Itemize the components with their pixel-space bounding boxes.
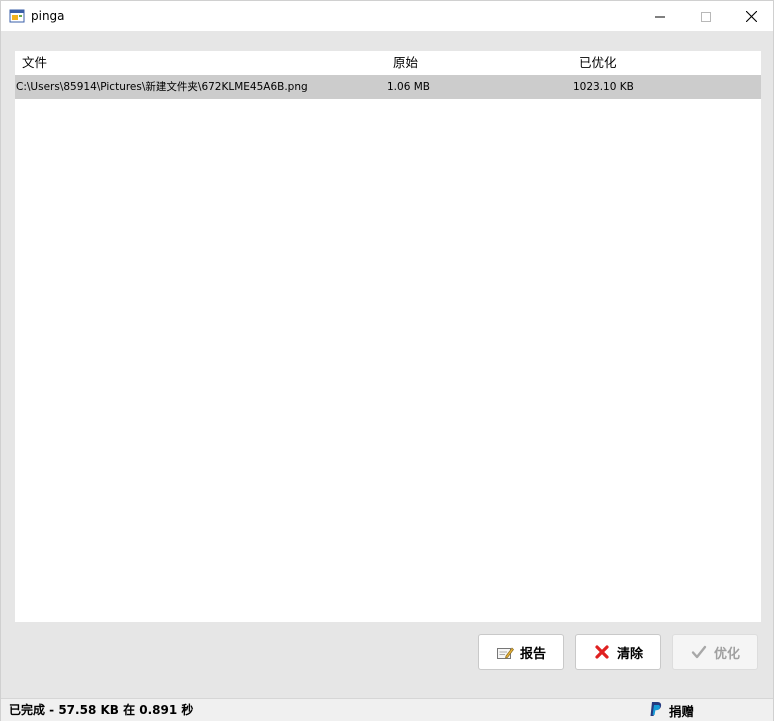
title-bar[interactable]: pinga [1,1,773,31]
optimize-button[interactable]: 优化 [672,634,758,670]
optimize-button-label: 优化 [713,646,740,662]
status-text: 已完成 - 57.58 KB 在 0.891 秒 [9,703,194,717]
clear-button-label: 清除 [616,646,643,662]
file-list-table[interactable]: 文件 原始 已优化 C:\Users\85914\Pictures\新建文件夹\… [15,51,761,622]
table-header: 文件 原始 已优化 [15,51,761,75]
row-optimized-size: 1023.10 KB [573,81,634,93]
minimize-icon [655,7,665,26]
column-header-original[interactable]: 原始 [393,51,418,75]
main-content: 文件 原始 已优化 C:\Users\85914\Pictures\新建文件夹\… [1,31,773,698]
app-window-icon [9,8,25,24]
maximize-button[interactable] [683,1,729,31]
row-original-size: 1.06 MB [387,81,430,93]
row-file-path: C:\Users\85914\Pictures\新建文件夹\672KLME45A… [16,81,308,93]
red-x-icon [593,643,611,661]
report-edit-icon [496,643,514,661]
column-header-optimized[interactable]: 已优化 [579,51,617,75]
report-button-label: 报告 [519,646,546,662]
status-bar: 已完成 - 57.58 KB 在 0.891 秒 捐赠 [1,698,773,721]
report-button[interactable]: 报告 [478,634,564,670]
close-icon [745,7,757,26]
paypal-icon [649,701,663,720]
donate-link[interactable]: 捐赠 [649,699,694,721]
donate-label: 捐赠 [669,703,695,719]
column-header-file[interactable]: 文件 [22,51,47,75]
clear-button[interactable]: 清除 [575,634,661,670]
maximize-icon [701,7,711,26]
check-icon [690,643,708,661]
close-button[interactable] [728,1,774,31]
table-row[interactable]: C:\Users\85914\Pictures\新建文件夹\672KLME45A… [15,75,761,99]
minimize-button[interactable] [637,1,683,31]
window-title: pinga [31,9,65,23]
app-window: pinga 文件 原始 已优化 C:\Users\85914\Pictures\… [0,0,774,721]
